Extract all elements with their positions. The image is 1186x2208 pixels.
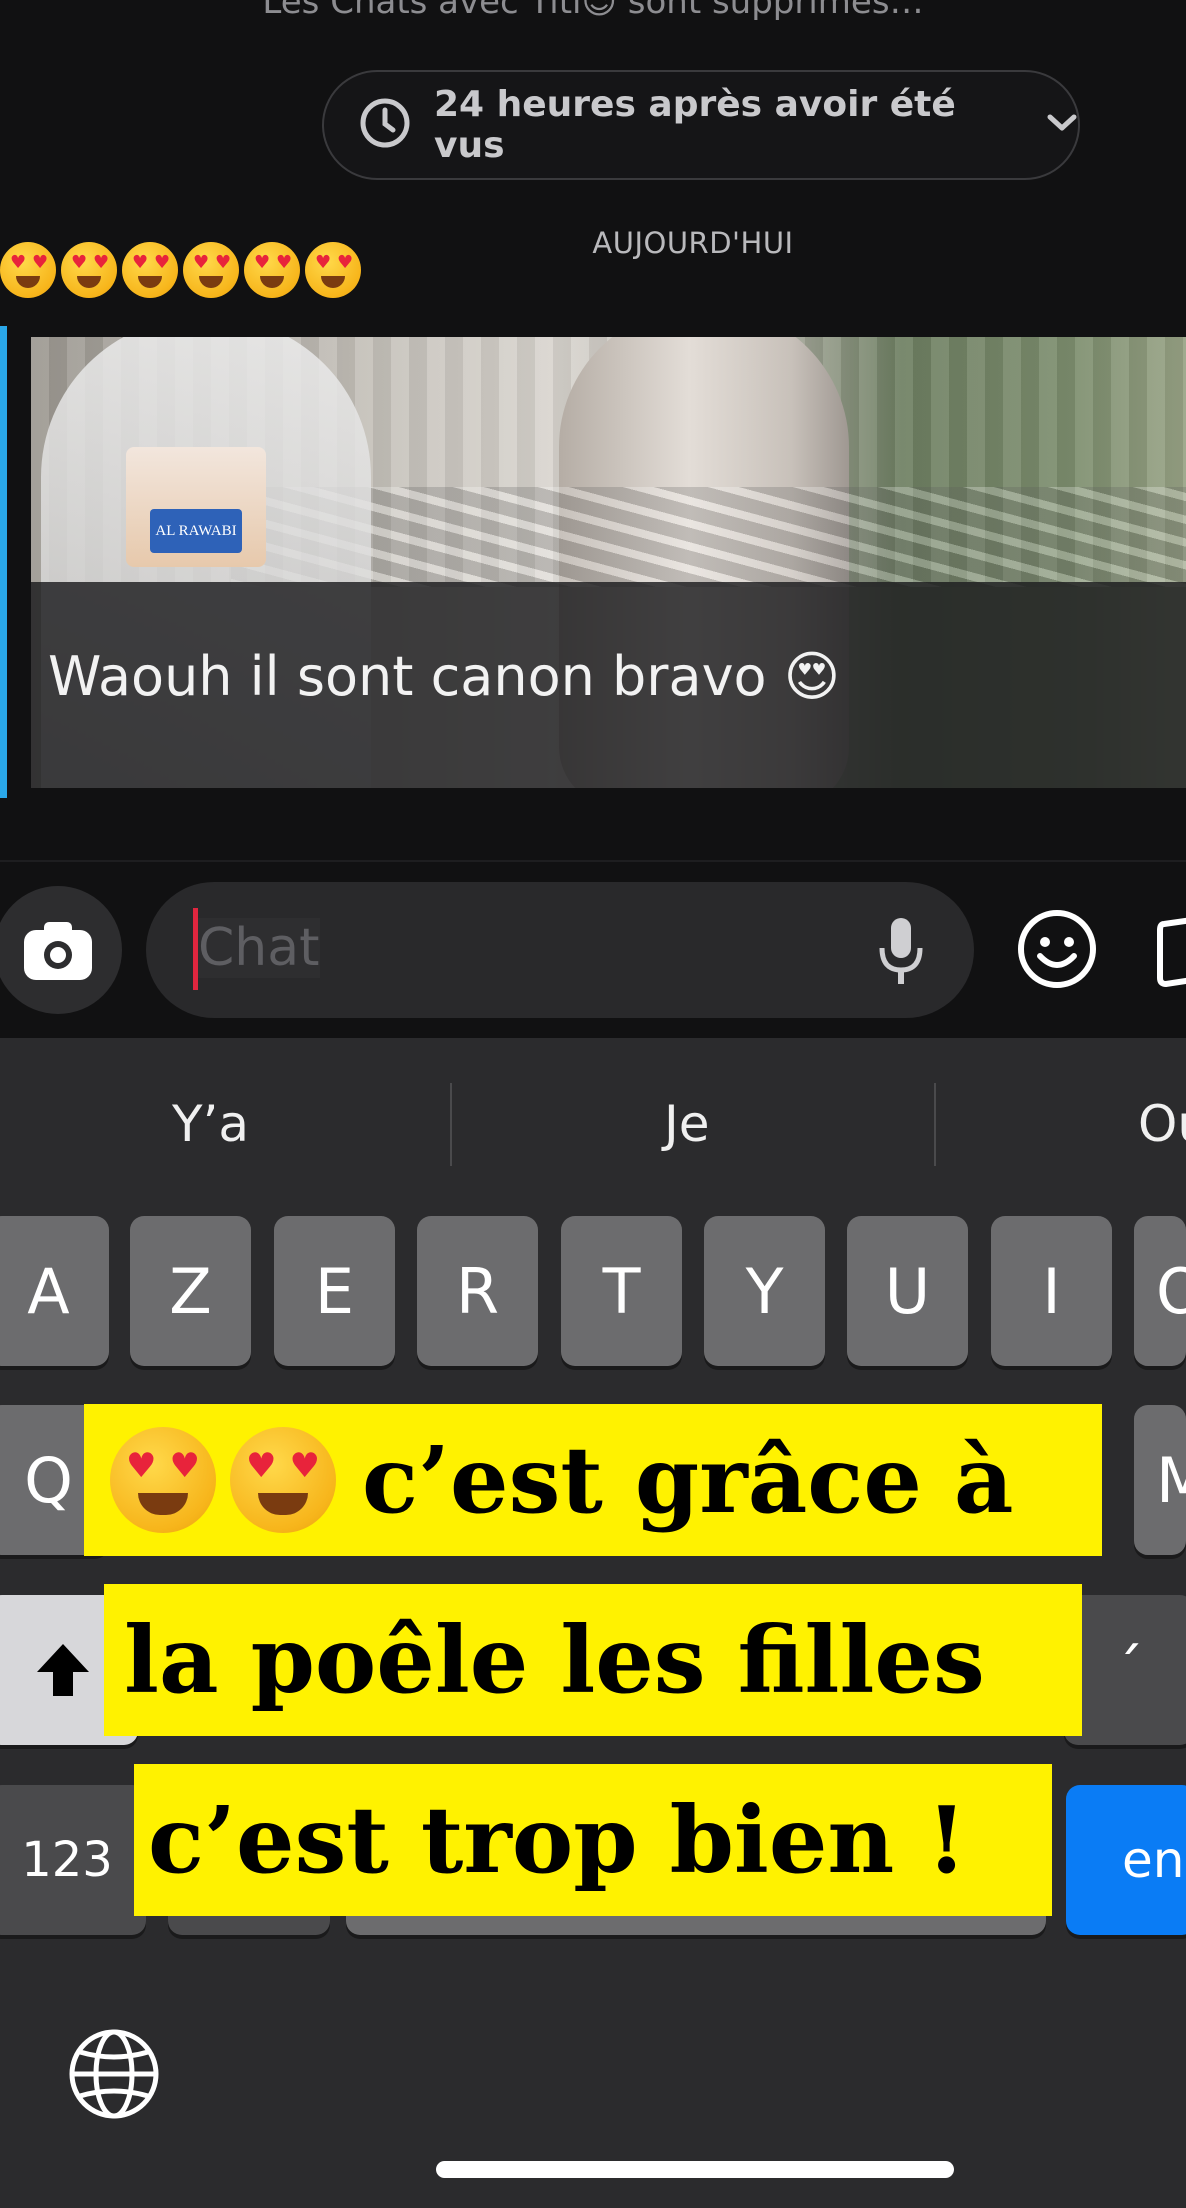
camera-icon xyxy=(24,922,92,980)
table-image xyxy=(231,487,1186,587)
key-o-label: O xyxy=(1156,1254,1186,1328)
chevron-down-icon xyxy=(1046,113,1078,137)
key-m[interactable]: M xyxy=(1134,1405,1186,1555)
camera-button[interactable] xyxy=(0,886,122,1014)
chat-input-placeholder: Chat xyxy=(198,918,320,978)
heart-eyes-emoji-icon: ♥ ♥ xyxy=(0,242,56,298)
suggestion-2[interactable]: Je xyxy=(664,1095,710,1153)
heart-eyes-emoji-icon: ♥ ♥ xyxy=(230,1427,336,1533)
accent-key[interactable]: ´ xyxy=(1064,1595,1186,1745)
key-a[interactable]: A xyxy=(0,1216,109,1366)
heart-eyes-emoji-icon: ♥ ♥ xyxy=(61,242,117,298)
key-y[interactable]: Y xyxy=(704,1216,825,1366)
heart-eyes-emoji-icon: ♥ ♥ xyxy=(305,242,361,298)
key-z[interactable]: Z xyxy=(130,1216,251,1366)
suggestion-divider xyxy=(450,1083,452,1166)
overlay-caption-line-2: la poêle les filles xyxy=(104,1584,1082,1736)
microphone-icon[interactable] xyxy=(876,914,926,988)
suggestion-1[interactable]: Y’a xyxy=(172,1095,249,1153)
divider xyxy=(0,860,1186,862)
key-o[interactable]: O xyxy=(1134,1216,1186,1366)
message-timer-selector[interactable]: 24 heures après avoir été vus xyxy=(322,70,1080,180)
key-i[interactable]: I xyxy=(991,1216,1112,1366)
reply-indicator-bar xyxy=(0,326,7,798)
suggestion-divider xyxy=(934,1083,936,1166)
sticker-icon[interactable] xyxy=(1152,914,1186,990)
key-m-label: M xyxy=(1156,1443,1186,1517)
ephemeral-notice: Les Chats avec Titi😉 sont supprimés… xyxy=(262,0,924,22)
key-r[interactable]: R xyxy=(417,1216,538,1366)
brand-label: AL RAWABI xyxy=(150,509,242,553)
story-reply-caption: Waouh il sont canon bravo 😍 xyxy=(48,645,841,708)
numbers-key[interactable]: 123 xyxy=(0,1785,146,1935)
key-u[interactable]: U xyxy=(847,1216,968,1366)
shift-arrow-icon xyxy=(37,1644,89,1696)
emoji-message: ♥ ♥ ♥ ♥ ♥ ♥ ♥ ♥ ♥ ♥ ♥ ♥ xyxy=(0,242,366,326)
enter-key[interactable]: en xyxy=(1066,1785,1186,1935)
overlay-caption-text-1: c’est grâce à xyxy=(362,1426,1014,1534)
overlay-caption-text-3: c’est trop bien ! xyxy=(148,1786,967,1894)
heart-eyes-emoji-icon: ♥ ♥ xyxy=(244,242,300,298)
clock-icon xyxy=(358,96,412,154)
globe-icon[interactable] xyxy=(66,2026,162,2122)
heart-eyes-emoji-icon: ♥ ♥ xyxy=(183,242,239,298)
overlay-caption-line-3: c’est trop bien ! xyxy=(134,1764,1052,1916)
suggestion-3[interactable]: Ou xyxy=(1138,1095,1186,1153)
overlay-caption-text-2: la poêle les filles xyxy=(124,1606,985,1714)
emoji-picker-icon[interactable] xyxy=(1016,908,1098,990)
heart-eyes-emoji-icon: ♥ ♥ xyxy=(110,1427,216,1533)
heart-eyes-emoji-icon: ♥ ♥ xyxy=(122,242,178,298)
overlay-caption-line-1: ♥ ♥ ♥ ♥ c’est grâce à xyxy=(84,1404,1102,1556)
key-t[interactable]: T xyxy=(561,1216,682,1366)
key-e[interactable]: E xyxy=(274,1216,395,1366)
story-reply-thumbnail[interactable]: AL RAWABI xyxy=(31,337,1186,788)
home-indicator xyxy=(436,2161,954,2178)
timer-label: 24 heures après avoir été vus xyxy=(434,84,956,166)
